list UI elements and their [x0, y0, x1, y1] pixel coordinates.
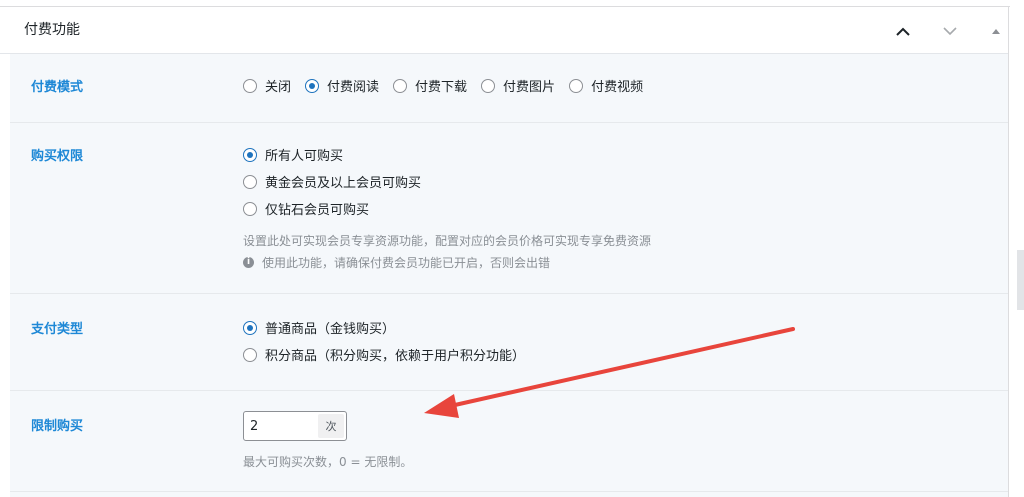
annotation-arrow-icon [424, 327, 795, 418]
